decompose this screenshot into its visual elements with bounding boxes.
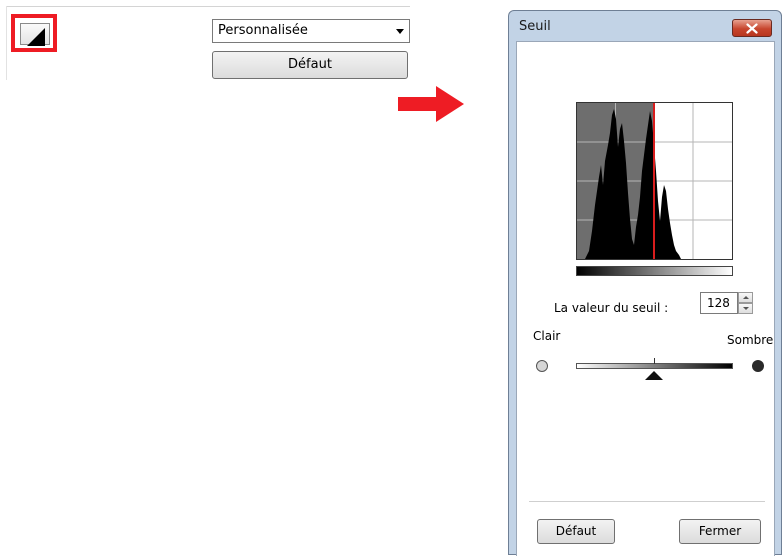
dialog-title: Seuil (519, 19, 551, 34)
threshold-tool-button[interactable] (11, 14, 57, 52)
dark-label: Sombre (727, 333, 774, 347)
default-button[interactable]: Défaut (537, 519, 615, 544)
threshold-value-field[interactable]: 128 (700, 292, 738, 314)
close-button[interactable]: Fermer (679, 519, 761, 544)
threshold-slider-thumb[interactable] (645, 371, 663, 380)
slider-tick (654, 358, 655, 364)
tone-settings-panel: Personnalisée Défaut (0, 0, 420, 82)
light-circle-icon (536, 360, 548, 372)
panel-divider (6, 6, 7, 80)
dialog-body: La valeur du seuil : 128 Clair Sombre Dé… (516, 41, 775, 556)
spin-up-button[interactable] (738, 292, 753, 303)
chevron-up-icon (743, 296, 749, 299)
dark-circle-icon (752, 360, 764, 372)
default-button[interactable]: Défaut (212, 51, 408, 79)
light-label: Clair (533, 329, 561, 343)
arrow-right-icon (398, 86, 464, 122)
window-close-button[interactable] (732, 19, 772, 37)
gradient-bar (576, 266, 733, 276)
histogram-plot (577, 103, 732, 259)
panel-divider (6, 6, 410, 7)
threshold-icon (27, 28, 45, 46)
preset-select[interactable]: Personnalisée (212, 19, 410, 43)
histogram (576, 102, 733, 260)
chevron-down-icon (396, 29, 404, 34)
threshold-dialog: Seuil La valeur du seuil : 128 Clair Som… (508, 10, 782, 556)
spin-down-button[interactable] (738, 303, 753, 314)
chevron-down-icon (743, 307, 749, 310)
dialog-divider (529, 501, 765, 502)
close-icon (746, 23, 758, 34)
preset-select-value: Personnalisée (218, 23, 308, 38)
threshold-value-label: La valeur du seuil : (554, 301, 669, 315)
